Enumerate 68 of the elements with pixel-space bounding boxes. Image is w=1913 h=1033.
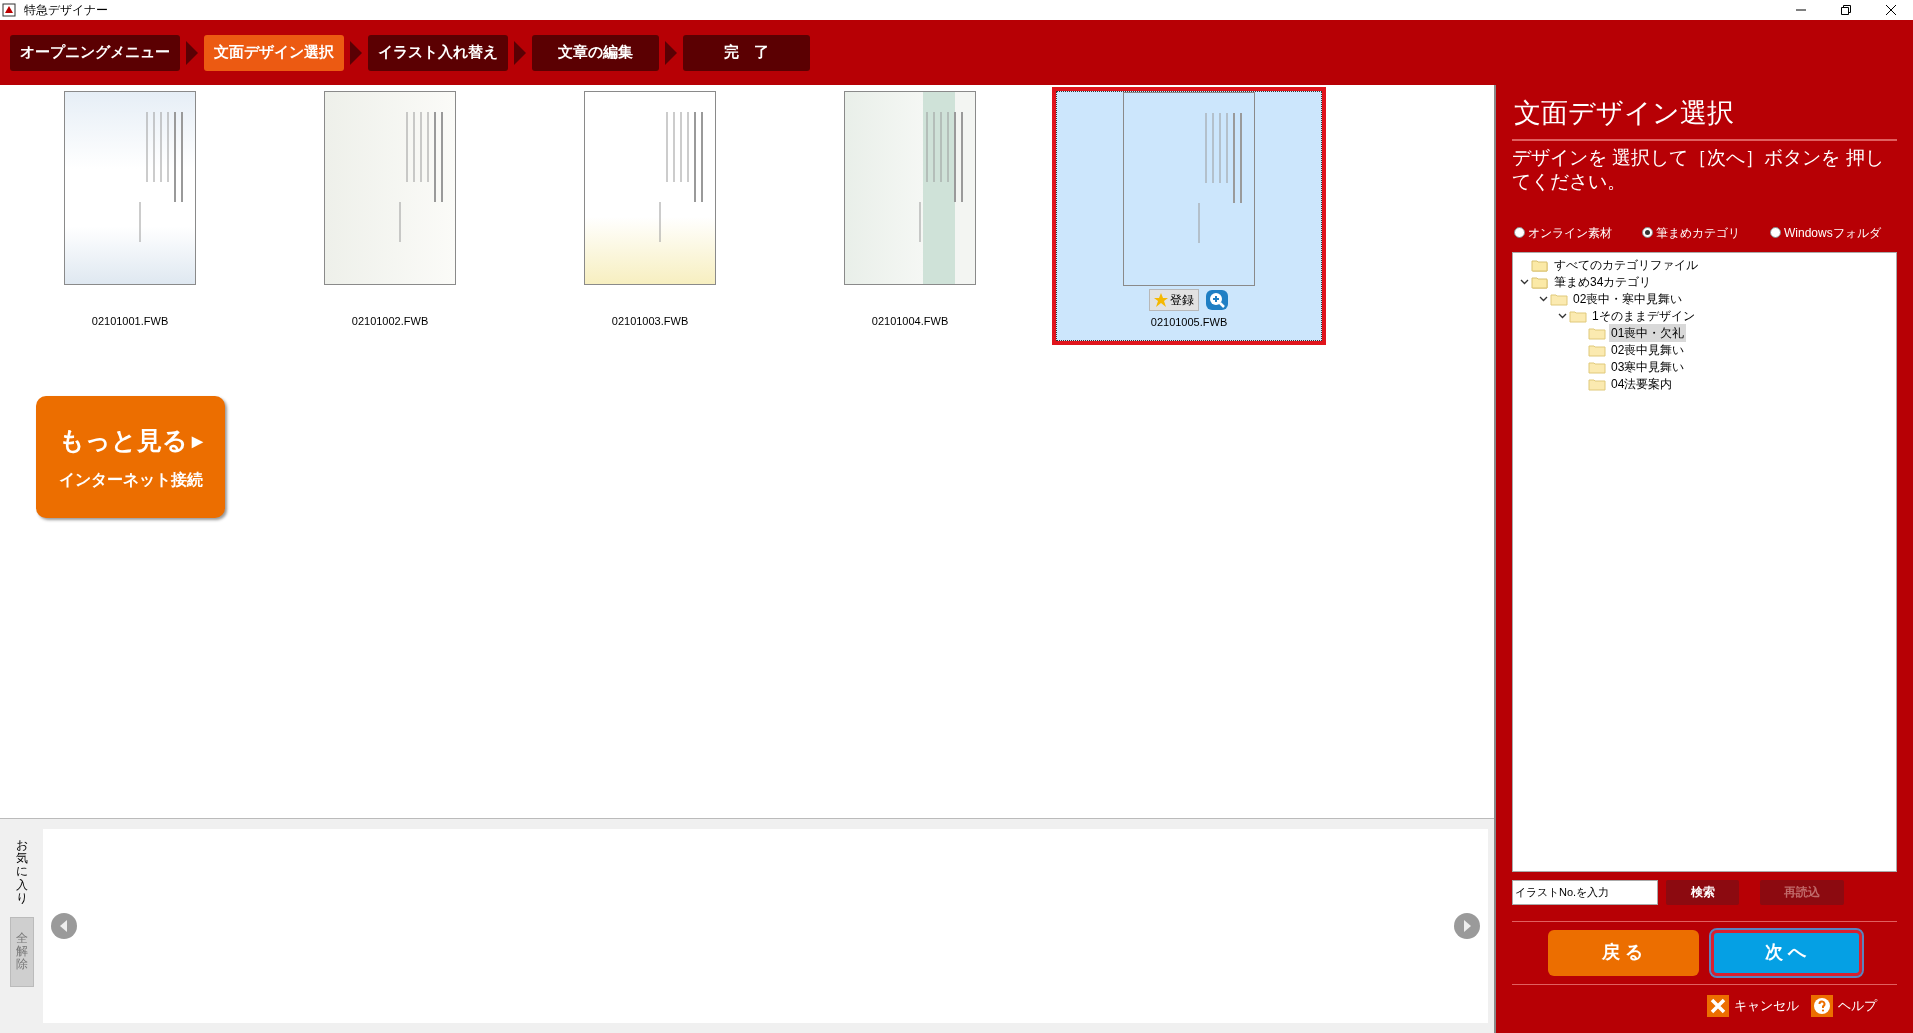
register-button[interactable]: 登録 [1149, 289, 1199, 311]
design-card[interactable]: 02101003.FWB [520, 87, 780, 345]
radio-button[interactable] [1770, 227, 1781, 238]
folder-icon [1588, 326, 1606, 340]
arrow-glyph: ▶ [191, 431, 203, 451]
step-arrow-icon [665, 40, 677, 65]
step-arrow-icon [186, 40, 198, 65]
file-name: 02101004.FWB [871, 314, 949, 329]
panel-title: 文面デザイン選択 [1513, 97, 1735, 130]
folder-icon [1588, 360, 1606, 374]
help-icon [1811, 994, 1833, 1017]
search-button[interactable]: 検索 [1666, 879, 1739, 905]
close-icon [1885, 5, 1896, 15]
card-preview[interactable] [1123, 92, 1255, 286]
file-name: 02101005.FWB [1150, 315, 1228, 330]
step-arrow-icon [350, 40, 362, 65]
file-name: 02101002.FWB [351, 314, 429, 329]
step-arrow-icon [514, 40, 526, 65]
folder-icon [1569, 309, 1587, 323]
design-card[interactable]: 02101004.FWB [780, 87, 1040, 345]
more-title: もっと見る [58, 425, 188, 457]
design-card[interactable]: 登録 02101005.FWB [1052, 87, 1326, 345]
tree-item[interactable]: 02喪中見舞い [1609, 341, 1687, 359]
card-preview[interactable] [844, 91, 976, 285]
close-icon [1707, 994, 1729, 1017]
folder-icon [1550, 292, 1568, 306]
tree-item[interactable]: すべてのカテゴリファイル [1552, 256, 1700, 274]
chevron-down-icon[interactable] [1519, 279, 1529, 285]
folder-icon [1588, 377, 1606, 391]
step-tab[interactable]: オープニングメニュー [10, 34, 180, 71]
radio-button[interactable] [1514, 227, 1525, 238]
radio-label[interactable]: Windowsフォルダ [1784, 223, 1881, 242]
right-arrow-button-icon[interactable] [1453, 912, 1481, 940]
favorites-label: お気に入り [15, 839, 28, 905]
tree-item[interactable]: 筆まめ34カテゴリ [1552, 273, 1654, 291]
search-field[interactable]: イラストNo.を入力 [1512, 879, 1658, 905]
radio-label[interactable]: 筆まめカテゴリ [1656, 223, 1740, 242]
star-icon [1154, 293, 1168, 307]
folder-icon [1531, 275, 1549, 289]
help-button[interactable]: ヘルプ [1811, 994, 1877, 1017]
tree-item[interactable]: 04法要案内 [1609, 375, 1675, 393]
instruction-text: デザインを 選択して［次へ］ボタンを 押してください。 [1512, 145, 1885, 194]
chevron-down-icon[interactable] [1557, 313, 1567, 319]
design-card[interactable]: 02101002.FWB [260, 87, 520, 345]
left-arrow-button-icon[interactable] [50, 912, 78, 940]
radio-button[interactable] [1642, 227, 1653, 238]
folder-icon [1531, 258, 1549, 272]
step-tab[interactable]: イラスト入れ替え [368, 34, 508, 71]
step-tab[interactable]: 完 了 [683, 34, 810, 71]
card-preview[interactable] [584, 91, 716, 285]
tree-item[interactable]: 03寒中見舞い [1609, 358, 1687, 376]
restore-icon [1840, 5, 1851, 15]
more-subtitle: インターネット接続 [58, 469, 203, 490]
file-name: 02101001.FWB [91, 314, 169, 329]
window-title: 特急デザイナー [24, 2, 108, 19]
zoom-in-icon[interactable] [1205, 289, 1229, 311]
tree-item[interactable]: 1そのままデザイン [1590, 307, 1697, 325]
file-name: 02101003.FWB [611, 314, 689, 329]
card-preview[interactable] [64, 91, 196, 285]
radio-label[interactable]: オンライン素材 [1528, 223, 1612, 242]
step-tab[interactable]: 文章の編集 [532, 34, 659, 71]
cancel-button[interactable]: キャンセル [1707, 994, 1799, 1017]
design-card[interactable]: 02101001.FWB [0, 87, 260, 345]
tree-item[interactable]: 01喪中・欠礼 [1609, 324, 1687, 342]
chevron-down-icon[interactable] [1538, 296, 1548, 302]
card-preview[interactable] [324, 91, 456, 285]
tree-item[interactable]: 02喪中・寒中見舞い [1571, 290, 1685, 308]
folder-icon [1588, 343, 1606, 357]
